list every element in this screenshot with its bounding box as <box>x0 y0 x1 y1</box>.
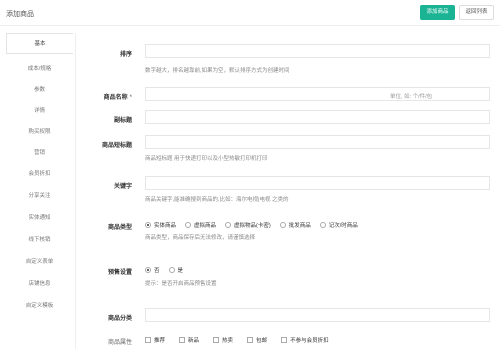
sort-label: 排序 <box>119 52 132 58</box>
checkbox-icon <box>145 336 151 343</box>
attr-new[interactable]: 新品 <box>179 336 199 344</box>
sidebar-item-marketing[interactable]: 营销 <box>6 148 73 156</box>
attr-recommend[interactable]: 推荐 <box>145 336 165 344</box>
product-type-radio-group: 实体商品 虚拟商品 虚拟物品(卡密) 批发商品 记次/时商品 <box>145 220 367 229</box>
presale-no[interactable]: 否 <box>145 266 160 274</box>
checkbox-icon <box>213 336 220 343</box>
page-header: 添加商品 添加商品 返回列表 <box>0 0 500 26</box>
keywords-help: 商品关键字,能准确搜到商品的,比如：海尔电视|电视 之类的 <box>145 197 289 203</box>
keywords-input[interactable] <box>145 176 490 190</box>
sort-input[interactable] <box>145 44 490 58</box>
product-name-input[interactable] <box>145 87 490 101</box>
short-title-input[interactable] <box>145 135 490 149</box>
sidebar-item-share-follow[interactable]: 分享关注 <box>6 191 73 199</box>
category-label: 商品分类 <box>107 316 132 322</box>
attributes-label: 商品属性 <box>107 340 132 346</box>
short-title-help: 商品短标题 用于快递打印以及小型热敏打印机打印 <box>145 156 268 162</box>
subtitle-input[interactable] <box>145 110 490 124</box>
radio-checked-icon <box>145 221 151 228</box>
sort-help: 数字越大，排名越靠前,如果为空，默认排序方式为创建时间 <box>145 68 290 74</box>
attr-hot[interactable]: 热卖 <box>213 336 233 344</box>
radio-icon <box>279 221 286 228</box>
radio-icon <box>225 221 232 228</box>
product-type-help: 商品类型，商品保存后无法修改，请谨慎选择 <box>145 235 256 241</box>
sidebar-item-cost-spec[interactable]: 成本/规格 <box>6 64 73 72</box>
product-type-label: 商品类型 <box>107 225 132 231</box>
unit-hint: 单位, 如: 个/件/包 <box>390 94 433 100</box>
presale-help: 提示：是否开启商品预售设置 <box>145 281 217 287</box>
sidebar-item-basic[interactable]: 基本 <box>6 33 73 54</box>
presale-yes[interactable]: 是 <box>168 266 183 274</box>
short-title-label: 商品短标题 <box>101 143 132 149</box>
sidebar-item-params[interactable]: 参数 <box>6 85 73 93</box>
sidebar-item-purchase-permission[interactable]: 购买权限 <box>6 127 73 135</box>
product-type-virtual[interactable]: 虚拟商品 <box>185 221 216 229</box>
vertical-divider <box>75 33 76 349</box>
subtitle-label: 副标题 <box>113 118 132 124</box>
checkbox-icon <box>281 336 288 343</box>
attr-free-shipping[interactable]: 包邮 <box>247 336 267 344</box>
category-select[interactable] <box>145 308 490 322</box>
product-name-label: 商品名称 * <box>103 95 132 101</box>
radio-icon <box>319 221 326 228</box>
attributes-checkbox-group: 推荐 新品 热卖 包邮 不参与会员折扣 <box>145 335 338 344</box>
required-mark: * <box>129 95 132 101</box>
product-type-virtual-card[interactable]: 虚拟物品(卡密) <box>225 221 271 229</box>
radio-icon <box>185 221 192 228</box>
radio-checked-icon <box>145 266 151 273</box>
page-title: 添加商品 <box>6 11 34 18</box>
back-to-list-button[interactable]: 返回列表 <box>459 5 494 20</box>
sidebar-item-custom-template[interactable]: 自定义模板 <box>6 301 73 309</box>
add-product-button[interactable]: 添加商品 <box>420 5 455 20</box>
radio-icon <box>168 266 175 273</box>
product-type-count-time[interactable]: 记次/时商品 <box>319 221 358 229</box>
sidebar-item-details[interactable]: 详情 <box>6 106 73 114</box>
checkbox-icon <box>179 336 186 343</box>
product-type-wholesale[interactable]: 批发商品 <box>279 221 311 229</box>
product-type-physical[interactable]: 实体商品 <box>145 221 176 229</box>
attr-no-member-discount[interactable]: 不参与会员折扣 <box>281 336 329 344</box>
sidebar-item-store-info[interactable]: 店铺信息 <box>6 279 73 287</box>
presale-label: 预售设置 <box>107 270 132 276</box>
sidebar-item-entity-notice[interactable]: 实体通知 <box>6 213 73 221</box>
keywords-label: 关键字 <box>113 184 132 190</box>
sidebar-item-offline-verify[interactable]: 线下核销 <box>6 235 73 243</box>
sidebar-item-member-discount[interactable]: 会员折扣 <box>6 169 73 177</box>
sidebar-item-custom-form[interactable]: 自定义表单 <box>6 257 73 265</box>
checkbox-icon <box>247 336 254 343</box>
presale-radio-group: 否 是 <box>145 265 192 274</box>
